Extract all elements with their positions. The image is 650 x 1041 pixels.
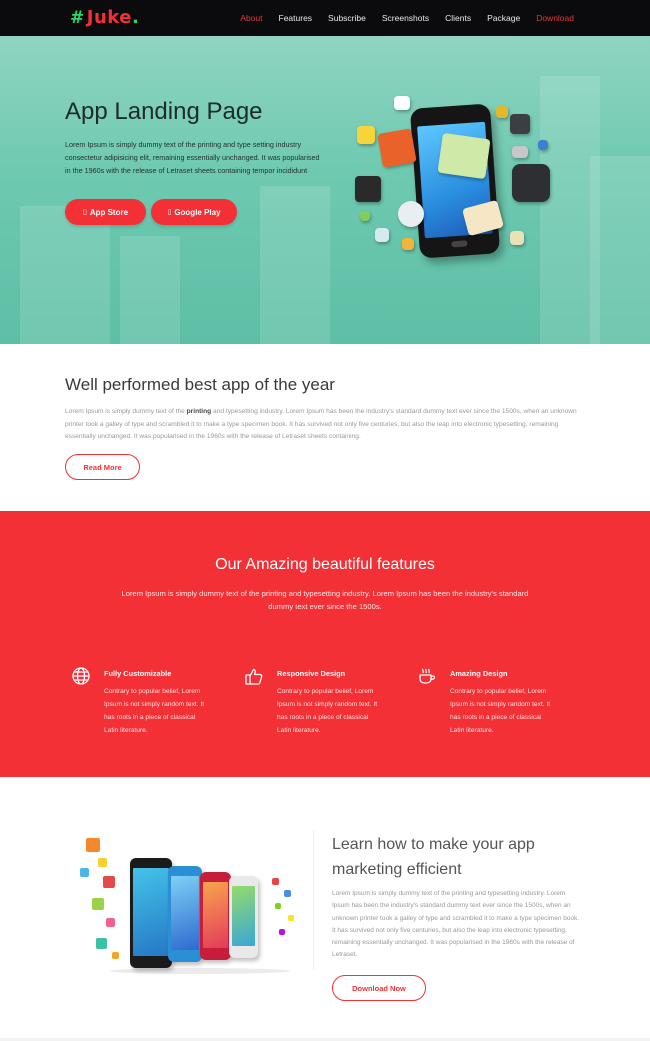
small-app-icon bbox=[512, 146, 528, 158]
floating-app-cube bbox=[80, 868, 89, 877]
small-app-icon bbox=[360, 211, 370, 221]
hero-title: App Landing Page bbox=[65, 98, 263, 125]
floating-app-cube bbox=[106, 918, 115, 927]
thumbs-up-icon bbox=[244, 666, 264, 686]
hero-bg-building bbox=[20, 206, 110, 344]
feature-description: Contrary to popular belief, Lorem Ipsum … bbox=[104, 688, 205, 734]
floating-app-cube bbox=[279, 929, 285, 935]
coffee-cup-icon bbox=[417, 666, 437, 686]
download-now-button[interactable]: Download Now bbox=[332, 975, 426, 1001]
small-app-icon bbox=[496, 106, 508, 118]
feature-name: Responsive Design bbox=[277, 669, 346, 678]
top-navbar: # Juke. About Features Subscribe Screens… bbox=[0, 0, 650, 36]
app-store-label: App Store bbox=[89, 207, 129, 217]
small-app-icon bbox=[402, 238, 414, 250]
marketing-description: Lorem Ipsum is simply dummy text of the … bbox=[332, 890, 580, 959]
feature-name: Amazing Design bbox=[450, 669, 508, 678]
floating-app-cube bbox=[284, 890, 291, 897]
features-title: Our Amazing beautiful features bbox=[215, 556, 435, 573]
nav-download[interactable]: Download bbox=[536, 13, 574, 23]
phone-white bbox=[229, 876, 258, 958]
small-app-icon bbox=[510, 231, 524, 245]
phone-home-button bbox=[451, 240, 468, 248]
feature-name: Fully Customizable bbox=[104, 669, 172, 678]
floating-app-cube bbox=[92, 898, 104, 910]
small-app-icon bbox=[375, 228, 389, 242]
logo-dot: . bbox=[131, 7, 140, 28]
floating-app-cube bbox=[112, 952, 119, 959]
android-icon: ▯ bbox=[167, 209, 172, 216]
app-store-button[interactable]: ▯ App Store bbox=[65, 199, 146, 225]
phone-screen bbox=[232, 886, 255, 946]
floating-app-cube bbox=[275, 903, 281, 909]
phones-reflection bbox=[110, 968, 290, 974]
intro-desc-part1: Lorem Ipsum is simply dummy text of the bbox=[65, 408, 187, 415]
nav-package[interactable]: Package bbox=[487, 13, 520, 23]
google-play-label: Google Play bbox=[174, 207, 221, 217]
section-divider bbox=[313, 830, 314, 970]
hash-logo-icon: # bbox=[70, 7, 85, 28]
apple-icon: ▯ bbox=[82, 209, 87, 216]
clock-app-icon bbox=[398, 201, 424, 227]
feature-description: Contrary to popular belief, Lorem Ipsum … bbox=[450, 688, 551, 734]
floating-app-cube bbox=[288, 915, 294, 921]
small-app-icon bbox=[394, 96, 410, 110]
features-subtitle: Lorem Ipsum is simply dummy text of the … bbox=[121, 589, 529, 611]
hero-bg-building bbox=[120, 236, 180, 344]
phone-blue bbox=[168, 866, 202, 962]
camera-app-icon bbox=[512, 164, 550, 202]
hero-bg-building bbox=[260, 186, 330, 344]
intro-desc-bold: printing bbox=[186, 408, 212, 415]
site-logo[interactable]: # Juke. bbox=[70, 7, 139, 28]
nav-clients[interactable]: Clients bbox=[445, 13, 471, 23]
nav-subscribe[interactable]: Subscribe bbox=[328, 13, 366, 23]
nav-menu: About Features Subscribe Screenshots Cli… bbox=[224, 0, 574, 36]
floating-app-cube bbox=[86, 838, 100, 852]
feature-description: Contrary to popular belief, Lorem Ipsum … bbox=[277, 688, 378, 734]
phone-screen bbox=[171, 876, 199, 950]
hero-section: App Landing Page Lorem Ipsum is simply d… bbox=[0, 36, 650, 344]
hero-bg-building bbox=[590, 156, 650, 344]
hero-phone-illustration bbox=[409, 103, 501, 259]
globe-icon bbox=[71, 666, 91, 686]
marketing-title: Learn how to make your app marketing eff… bbox=[332, 836, 535, 878]
floating-app-cube bbox=[98, 858, 107, 867]
logo-text: Juke bbox=[86, 7, 132, 28]
phone-screen bbox=[133, 868, 169, 956]
smiley-app-icon bbox=[357, 126, 375, 144]
nav-features[interactable]: Features bbox=[279, 13, 313, 23]
rss-app-icon bbox=[377, 128, 417, 168]
features-section: Our Amazing beautiful features Lorem Ips… bbox=[0, 511, 650, 777]
floating-app-cube bbox=[272, 878, 279, 885]
intro-description: Lorem Ipsum is simply dummy text of the … bbox=[65, 406, 585, 444]
chat-app-icon bbox=[437, 132, 491, 180]
film-app-icon bbox=[355, 176, 381, 202]
google-play-button[interactable]: ▯ Google Play bbox=[151, 199, 237, 225]
phone-screen bbox=[203, 882, 228, 948]
small-app-icon bbox=[538, 140, 548, 150]
nav-screenshots[interactable]: Screenshots bbox=[382, 13, 429, 23]
intro-title: Well performed best app of the year bbox=[65, 375, 335, 394]
small-app-icon bbox=[510, 114, 530, 134]
nav-about[interactable]: About bbox=[240, 13, 262, 23]
hero-description: Lorem Ipsum is simply dummy text of the … bbox=[65, 140, 320, 175]
read-more-button[interactable]: Read More bbox=[65, 454, 140, 480]
floating-app-cube bbox=[96, 938, 107, 949]
floating-app-cube bbox=[103, 876, 115, 888]
phone-black bbox=[130, 858, 172, 968]
phone-red bbox=[200, 872, 231, 960]
